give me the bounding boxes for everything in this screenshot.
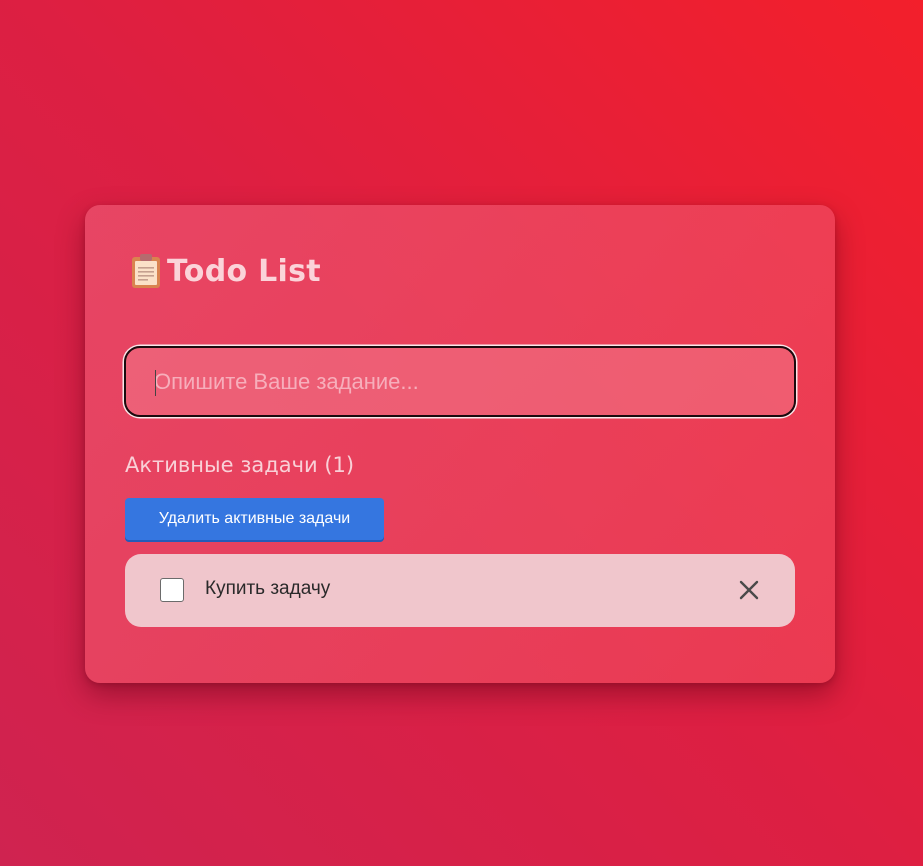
title-text: Todo List: [167, 253, 321, 289]
active-tasks-heading: Активные задачи (1): [125, 453, 355, 477]
task-text[interactable]: Купить задачу: [205, 578, 330, 600]
text-caret: [155, 370, 156, 396]
task-input[interactable]: [126, 348, 794, 415]
page-title: Todo List: [131, 251, 321, 291]
task-input-wrapper[interactable]: [124, 346, 796, 417]
task-checkbox[interactable]: [160, 578, 184, 602]
delete-active-tasks-button[interactable]: Удалить активные задачи: [125, 498, 384, 540]
todo-card: Todo List Активные задачи (1) Удалить ак…: [85, 205, 835, 683]
clipboard-icon: [131, 253, 161, 289]
close-icon[interactable]: [735, 576, 763, 604]
list-item: Купить задачу: [125, 554, 795, 627]
